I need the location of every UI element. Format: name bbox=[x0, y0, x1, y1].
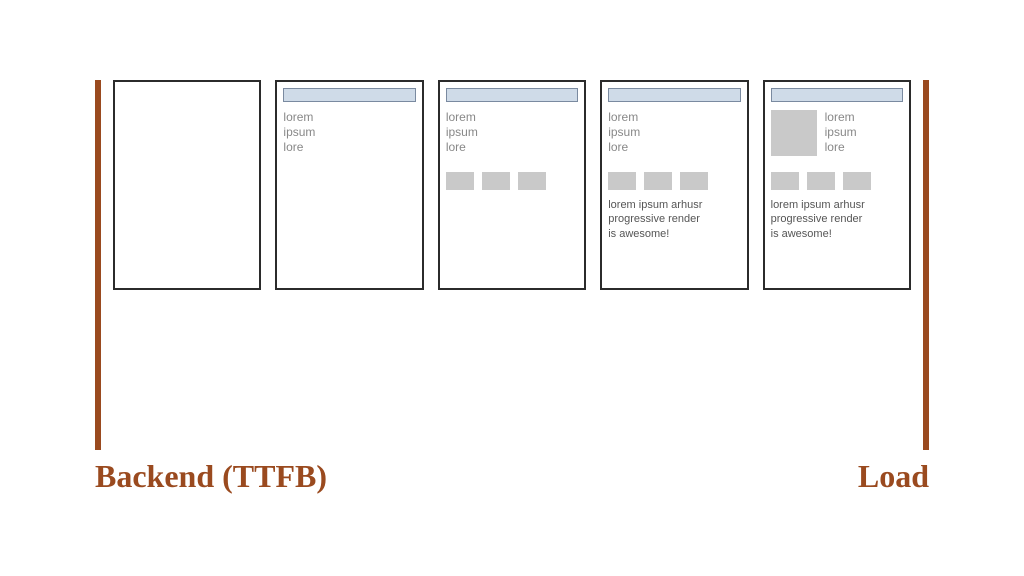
progressive-render-frames: lorem ipsum lore lorem ipsum lore lorem … bbox=[113, 80, 911, 290]
topbar-placeholder bbox=[608, 88, 740, 102]
render-frame-2: lorem ipsum lore bbox=[275, 80, 423, 290]
thumbnail-placeholder bbox=[807, 172, 835, 190]
hero-text-placeholder: lorem ipsum lore bbox=[825, 110, 857, 155]
thumbnail-row bbox=[446, 172, 578, 190]
thumbnail-placeholder bbox=[843, 172, 871, 190]
hero-row: lorem ipsum lore bbox=[771, 110, 903, 162]
body-text-placeholder: lorem ipsum arhusr progressive render is… bbox=[771, 198, 903, 241]
thumbnail-placeholder bbox=[771, 172, 799, 190]
thumbnail-placeholder bbox=[518, 172, 546, 190]
hero-row: lorem ipsum lore bbox=[283, 110, 415, 162]
label-backend-ttfb: Backend (TTFB) bbox=[95, 458, 327, 495]
hero-text-placeholder: lorem ipsum lore bbox=[283, 110, 315, 155]
diagram-stage: Backend (TTFB) Load lorem ipsum lore lor… bbox=[95, 80, 929, 476]
render-frame-5: lorem ipsum lore lorem ipsum arhusr prog… bbox=[763, 80, 911, 290]
thumbnail-row bbox=[771, 172, 903, 190]
thumbnail-placeholder bbox=[608, 172, 636, 190]
body-text-placeholder: lorem ipsum arhusr progressive render is… bbox=[608, 198, 740, 241]
hero-row: lorem ipsum lore bbox=[608, 110, 740, 162]
hero-text-placeholder: lorem ipsum lore bbox=[446, 110, 478, 155]
render-frame-4: lorem ipsum lore lorem ipsum arhusr prog… bbox=[600, 80, 748, 290]
timeline-marker-start bbox=[95, 80, 101, 450]
topbar-placeholder bbox=[771, 88, 903, 102]
render-frame-1 bbox=[113, 80, 261, 290]
hero-text-placeholder: lorem ipsum lore bbox=[608, 110, 640, 155]
timeline-marker-end bbox=[923, 80, 929, 450]
hero-row: lorem ipsum lore bbox=[446, 110, 578, 162]
render-frame-3: lorem ipsum lore bbox=[438, 80, 586, 290]
thumbnail-placeholder bbox=[482, 172, 510, 190]
label-load: Load bbox=[858, 458, 929, 495]
thumbnail-placeholder bbox=[446, 172, 474, 190]
thumbnail-placeholder bbox=[644, 172, 672, 190]
topbar-placeholder bbox=[446, 88, 578, 102]
thumbnail-row bbox=[608, 172, 740, 190]
hero-image-placeholder bbox=[771, 110, 817, 156]
topbar-placeholder bbox=[283, 88, 415, 102]
thumbnail-placeholder bbox=[680, 172, 708, 190]
